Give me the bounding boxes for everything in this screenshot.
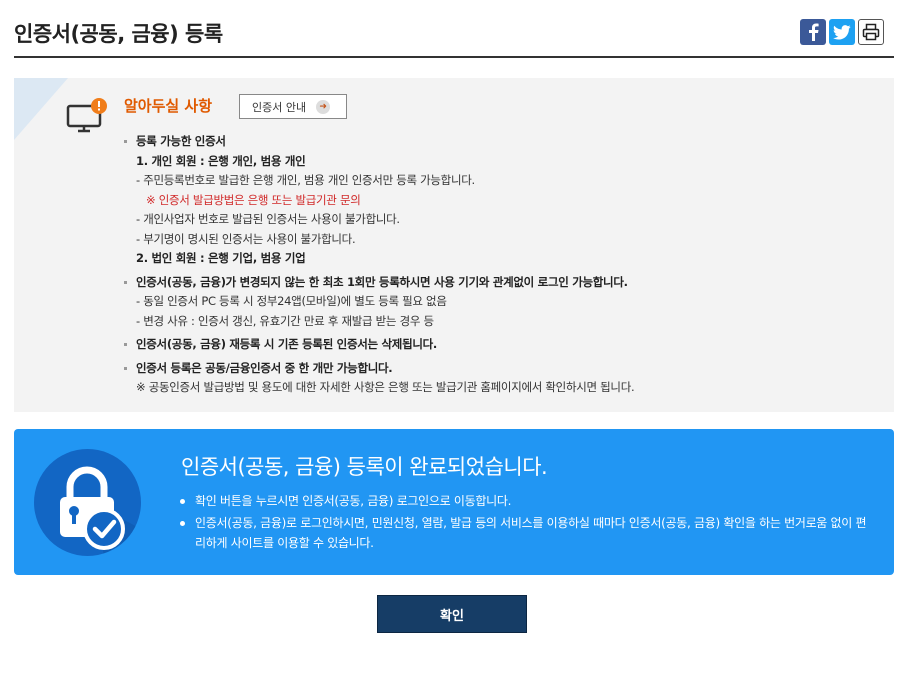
notice-item: 인증서 등록은 공동/금융인증서 중 한 개만 가능합니다. ※ 공동인증서 발급…: [122, 359, 882, 398]
confirm-button[interactable]: 확인: [377, 595, 527, 633]
facebook-icon[interactable]: [800, 19, 826, 45]
notice-item-detail: ※ 공동인증서 발급방법 및 용도에 대한 자세한 사항은 은행 또는 발급기관…: [136, 380, 635, 394]
notice-item-detail: - 부기명이 명시된 인증서는 사용이 불가합니다.: [136, 231, 356, 246]
notice-item: 등록 가능한 인증서 1. 개인 회원 : 은행 개인, 범용 개인 - 주민등록번…: [122, 132, 882, 269]
notice-item: 인증서(공동, 금융) 재등록 시 기존 등록된 인증서는 삭제됩니다.: [122, 335, 882, 355]
notice-item-heading: 인증서(공동, 금융) 재등록 시 기존 등록된 인증서는 삭제됩니다.: [136, 337, 437, 351]
twitter-icon[interactable]: [829, 19, 855, 45]
share-bar: [800, 19, 884, 45]
certificate-guide-button[interactable]: 인증서 안내 ➜: [239, 94, 347, 119]
notice-item-detail: - 개인사업자 번호로 발급된 인증서는 사용이 불가합니다.: [136, 212, 400, 226]
print-icon[interactable]: [858, 19, 884, 45]
completion-item: 인증서(공동, 금융)로 로그인하시면, 민원신청, 열람, 발급 등의 서비스…: [177, 513, 877, 553]
notice-item-detail: - 주민등록번호로 발급한 은행 개인, 범용 개인 인증서만 등록 가능합니다…: [136, 173, 475, 187]
completion-list: 확인 버튼을 누르시면 인증서(공동, 금융) 로그인으로 이동합니다. 인증서…: [177, 491, 877, 555]
arrow-right-icon: ➜: [316, 99, 331, 114]
completion-item: 확인 버튼을 누르시면 인증서(공동, 금융) 로그인으로 이동합니다.: [177, 491, 877, 511]
completion-panel: 인증서(공동, 금융) 등록이 완료되었습니다. 확인 버튼을 누르시면 인증서…: [14, 429, 894, 575]
completion-title: 인증서(공동, 금융) 등록이 완료되었습니다.: [181, 455, 548, 479]
notice-item-detail: - 변경 사유 : 인증서 갱신, 유효기간 만료 후 재발급 받는 경우 등: [136, 313, 434, 328]
guide-button-label: 인증서 안내: [252, 100, 307, 114]
notice-item-detail: 2. 법인 회원 : 은행 기업, 범용 기업: [136, 251, 306, 265]
notice-corner-decoration: [14, 78, 68, 140]
lock-check-icon: [34, 449, 141, 556]
monitor-alert-icon: [66, 96, 114, 140]
notice-item-detail: - 동일 인증서 PC 등록 시 정부24앱(모바일)에 별도 등록 필요 없음: [136, 294, 447, 308]
page-title: 인증서(공동, 금융) 등록: [14, 22, 223, 46]
notice-title: 알아두실 사항: [124, 97, 213, 115]
notice-item-heading: 인증서 등록은 공동/금융인증서 중 한 개만 가능합니다.: [136, 360, 393, 375]
notice-item-heading: 인증서(공동, 금융)가 변경되지 않는 한 최초 1회만 등록하시면 사용 기…: [136, 274, 628, 289]
notice-item-heading: 등록 가능한 인증서: [136, 134, 226, 148]
page-header: 인증서(공동, 금융) 등록: [14, 0, 894, 58]
notice-warning-text: ※ 인증서 발급방법은 은행 또는 발급기관 문의: [146, 192, 361, 207]
notice-box: 알아두실 사항 인증서 안내 ➜ 등록 가능한 인증서 1. 개인 회원 : 은행…: [14, 78, 894, 412]
notice-item: 인증서(공동, 금융)가 변경되지 않는 한 최초 1회만 등록하시면 사용 기…: [122, 273, 882, 332]
notice-item-detail: 1. 개인 회원 : 은행 개인, 범용 개인: [136, 153, 306, 168]
notice-body: 등록 가능한 인증서 1. 개인 회원 : 은행 개인, 범용 개인 - 주민등록번…: [122, 132, 882, 398]
